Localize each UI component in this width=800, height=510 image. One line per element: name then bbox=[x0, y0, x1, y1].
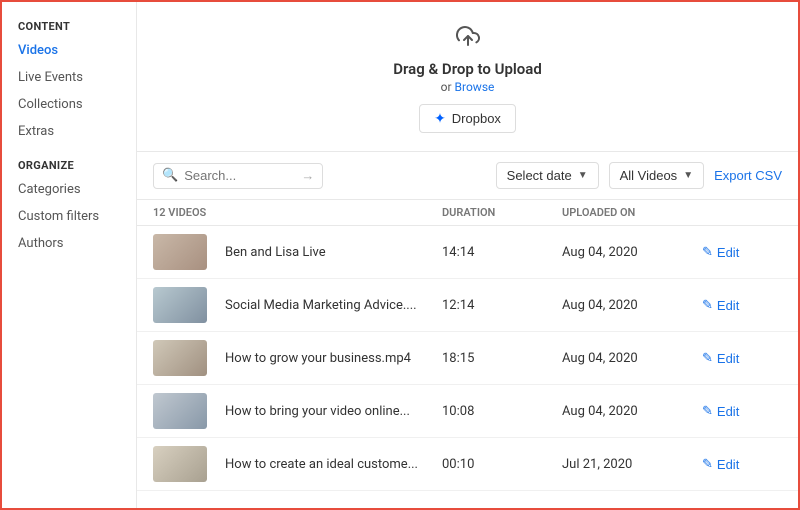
edit-icon: ✎ bbox=[702, 350, 713, 366]
edit-label: Edit bbox=[717, 298, 739, 313]
table-row[interactable]: Ben and Lisa Live 14:14 Aug 04, 2020 ✎ E… bbox=[137, 226, 798, 279]
video-duration: 12:14 bbox=[442, 298, 562, 313]
sidebar-item-live-events[interactable]: Live Events bbox=[2, 64, 136, 91]
table-row[interactable]: How to grow your business.mp4 18:15 Aug … bbox=[137, 332, 798, 385]
uploaded-column-header: UPLOADED ON bbox=[562, 206, 702, 219]
sidebar: CONTENT Videos Live Events Collections E… bbox=[2, 2, 137, 508]
upload-icon bbox=[456, 24, 480, 54]
video-uploaded-date: Aug 04, 2020 bbox=[562, 404, 702, 419]
video-thumbnail bbox=[153, 234, 207, 270]
search-input[interactable] bbox=[184, 168, 295, 183]
video-title: How to bring your video online... bbox=[223, 404, 442, 419]
edit-button[interactable]: ✎ Edit bbox=[702, 297, 782, 313]
video-uploaded-date: Aug 04, 2020 bbox=[562, 245, 702, 260]
edit-button[interactable]: ✎ Edit bbox=[702, 350, 782, 366]
all-videos-label: All Videos bbox=[620, 168, 678, 183]
sidebar-item-extras[interactable]: Extras bbox=[2, 118, 136, 145]
chevron-down-icon: ▼ bbox=[578, 170, 588, 181]
organize-section-label: ORGANIZE bbox=[2, 145, 136, 176]
edit-label: Edit bbox=[717, 245, 739, 260]
video-thumbnail bbox=[153, 287, 207, 323]
table-row[interactable]: How to bring your video online... 10:08 … bbox=[137, 385, 798, 438]
video-thumbnail bbox=[153, 340, 207, 376]
search-box[interactable]: 🔍 → bbox=[153, 163, 323, 189]
search-icon: 🔍 bbox=[162, 168, 178, 183]
video-duration: 10:08 bbox=[442, 404, 562, 419]
select-date-button[interactable]: Select date ▼ bbox=[496, 162, 599, 189]
edit-icon: ✎ bbox=[702, 297, 713, 313]
select-date-label: Select date bbox=[507, 168, 572, 183]
sidebar-item-videos[interactable]: Videos bbox=[2, 37, 136, 64]
table-header: 12 VIDEOS DURATION UPLOADED ON bbox=[137, 200, 798, 226]
edit-icon: ✎ bbox=[702, 456, 713, 472]
search-arrow-icon[interactable]: → bbox=[301, 168, 314, 184]
edit-icon: ✎ bbox=[702, 403, 713, 419]
video-uploaded-date: Aug 04, 2020 bbox=[562, 298, 702, 313]
edit-button[interactable]: ✎ Edit bbox=[702, 456, 782, 472]
upload-or-text: or Browse bbox=[441, 80, 495, 94]
upload-area: Drag & Drop to Upload or Browse ✦ Dropbo… bbox=[137, 2, 798, 152]
dropbox-icon: ✦ bbox=[434, 110, 446, 127]
edit-icon: ✎ bbox=[702, 244, 713, 260]
edit-label: Edit bbox=[717, 351, 739, 366]
content-section-label: CONTENT bbox=[2, 14, 136, 37]
video-title: How to create an ideal custome... bbox=[223, 457, 442, 472]
sidebar-item-collections[interactable]: Collections bbox=[2, 91, 136, 118]
toolbar: 🔍 → Select date ▼ All Videos ▼ Export CS… bbox=[137, 152, 798, 200]
dropbox-label: Dropbox bbox=[452, 111, 501, 126]
table-row[interactable]: Social Media Marketing Advice.... 12:14 … bbox=[137, 279, 798, 332]
sidebar-item-authors[interactable]: Authors bbox=[2, 230, 136, 257]
sidebar-item-categories[interactable]: Categories bbox=[2, 176, 136, 203]
video-uploaded-date: Aug 04, 2020 bbox=[562, 351, 702, 366]
chevron-down-icon: ▼ bbox=[683, 170, 693, 181]
video-duration: 14:14 bbox=[442, 245, 562, 260]
sidebar-item-custom-filters[interactable]: Custom filters bbox=[2, 203, 136, 230]
video-duration: 18:15 bbox=[442, 351, 562, 366]
video-uploaded-date: Jul 21, 2020 bbox=[562, 457, 702, 472]
videos-table: 12 VIDEOS DURATION UPLOADED ON Ben and L… bbox=[137, 200, 798, 508]
export-csv-button[interactable]: Export CSV bbox=[714, 163, 782, 188]
video-duration: 00:10 bbox=[442, 457, 562, 472]
video-title: How to grow your business.mp4 bbox=[223, 351, 442, 366]
edit-label: Edit bbox=[717, 404, 739, 419]
edit-button[interactable]: ✎ Edit bbox=[702, 403, 782, 419]
video-title: Social Media Marketing Advice.... bbox=[223, 298, 442, 313]
video-title: Ben and Lisa Live bbox=[223, 245, 442, 260]
video-thumbnail bbox=[153, 393, 207, 429]
duration-column-header: DURATION bbox=[442, 206, 562, 219]
table-row[interactable]: How to create an ideal custome... 00:10 … bbox=[137, 438, 798, 491]
main-content: Drag & Drop to Upload or Browse ✦ Dropbo… bbox=[137, 2, 798, 508]
edit-label: Edit bbox=[717, 457, 739, 472]
video-thumbnail bbox=[153, 446, 207, 482]
video-count: 12 VIDEOS bbox=[153, 206, 442, 219]
dropbox-button[interactable]: ✦ Dropbox bbox=[419, 104, 516, 133]
edit-button[interactable]: ✎ Edit bbox=[702, 244, 782, 260]
upload-title: Drag & Drop to Upload bbox=[393, 60, 542, 78]
all-videos-button[interactable]: All Videos ▼ bbox=[609, 162, 704, 189]
browse-link[interactable]: Browse bbox=[455, 80, 495, 94]
